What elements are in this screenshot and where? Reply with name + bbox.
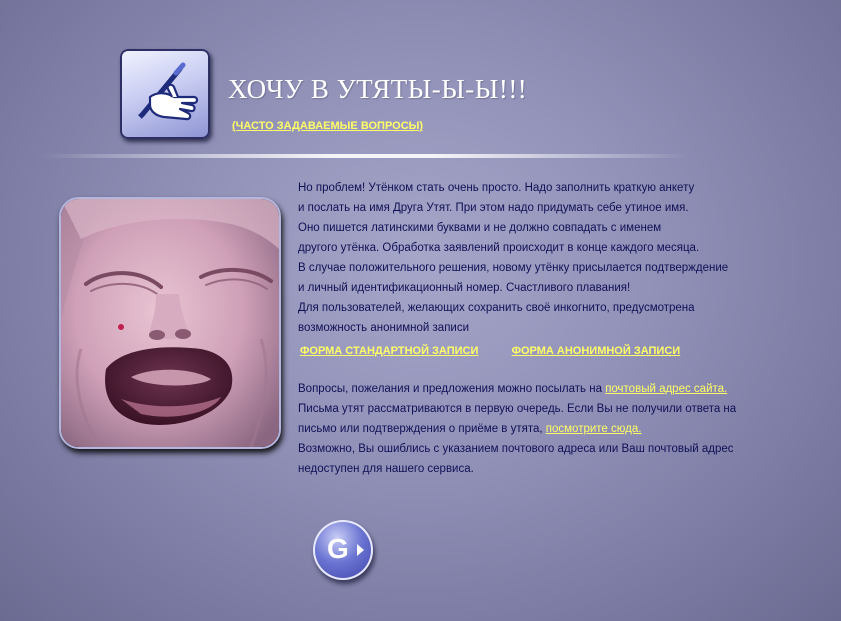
faq-link[interactable]: (ЧАСТО ЗАДАВАЕМЫЕ ВОПРОСЫ) bbox=[232, 120, 423, 132]
intro-line: Но проблем! Утёнком стать очень просто. … bbox=[298, 182, 695, 194]
intro-line: В случае положительного решения, новому … bbox=[298, 262, 729, 274]
go-button[interactable]: G bbox=[313, 520, 373, 580]
main-content: Но проблем! Утёнком стать очень просто. … bbox=[298, 178, 778, 479]
crying-baby-photo bbox=[59, 197, 281, 449]
intro-line: Оно пишется латинскими буквами и не долж… bbox=[298, 222, 662, 234]
see-here-link[interactable]: посмотрите сюда. bbox=[546, 423, 642, 435]
contact-line-3: письмо или подтверждения о приёме в утят… bbox=[298, 423, 642, 435]
go-button-label: G bbox=[327, 533, 349, 564]
intro-line: и послать на имя Друга Утят. При этом на… bbox=[298, 202, 689, 214]
hand-writing-with-pen-icon bbox=[138, 62, 199, 121]
intro-text: Но проблем! Утёнком стать очень просто. … bbox=[298, 178, 778, 338]
intro-line: возможность анонимной записи bbox=[298, 322, 470, 334]
go-arrow-icon bbox=[357, 544, 364, 556]
intro-line: и личный идентификационный номер. Счастл… bbox=[298, 282, 631, 294]
form-links: ФОРМА СТАНДАРТНОЙ ЗАПИСИ ФОРМА АНОНИМНОЙ… bbox=[300, 342, 778, 360]
logo-badge bbox=[120, 49, 210, 139]
contact-line-1: Вопросы, пожелания и предложения можно п… bbox=[298, 383, 728, 395]
standard-form-link[interactable]: ФОРМА СТАНДАРТНОЙ ЗАПИСИ bbox=[300, 345, 478, 357]
intro-line: другого утёнка. Обработка заявлений прои… bbox=[298, 242, 700, 254]
anonymous-form-link[interactable]: ФОРМА АНОНИМНОЙ ЗАПИСИ bbox=[512, 345, 681, 357]
contact-text: Вопросы, пожелания и предложения можно п… bbox=[298, 379, 778, 479]
site-email-link[interactable]: почтовый адрес сайта. bbox=[605, 383, 727, 395]
contact-line-5: недоступен для нашего сервиса. bbox=[298, 463, 474, 475]
intro-line: Для пользователей, желающих сохранить св… bbox=[298, 302, 695, 314]
contact-line-2: Письма утят рассматриваются в первую оче… bbox=[298, 403, 737, 415]
contact-line-4: Возможно, Вы ошиблись с указанием почтов… bbox=[298, 443, 734, 455]
header-divider bbox=[40, 154, 690, 158]
page-title: ХОЧУ В УТЯТЫ-Ы-Ы!!! bbox=[228, 74, 528, 104]
